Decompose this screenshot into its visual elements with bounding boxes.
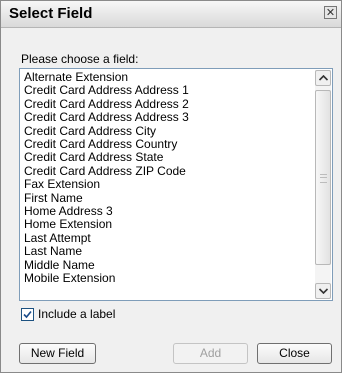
list-item[interactable]: Last Attempt	[24, 231, 312, 245]
list-item[interactable]: Credit Card Address Address 1	[24, 83, 312, 97]
scroll-up-button[interactable]	[315, 70, 331, 86]
list-item[interactable]: Alternate Extension	[24, 70, 312, 84]
field-list-items: Alternate Extension Credit Card Address …	[24, 70, 312, 286]
list-item[interactable]: Credit Card Address Address 3	[24, 110, 312, 124]
list-item[interactable]: Credit Card Address Address 2	[24, 97, 312, 111]
chevron-down-icon	[319, 288, 328, 294]
list-item[interactable]: Fax Extension	[24, 177, 312, 191]
list-item[interactable]: Credit Card Address ZIP Code	[24, 164, 312, 178]
list-item[interactable]: Credit Card Address Country	[24, 137, 312, 151]
scroll-down-button[interactable]	[315, 283, 331, 299]
chevron-up-icon	[319, 75, 328, 81]
checkmark-icon	[23, 310, 32, 319]
list-item[interactable]: Middle Name	[24, 258, 312, 272]
add-button[interactable]: Add	[173, 343, 248, 364]
choose-field-prompt: Please choose a field:	[21, 52, 139, 66]
list-item[interactable]: First Name	[24, 191, 312, 205]
list-item[interactable]: Credit Card Address State	[24, 151, 312, 165]
dialog-title: Select Field	[9, 5, 93, 22]
include-label-text: Include a label	[38, 307, 116, 321]
list-item[interactable]: Home Address 3	[24, 204, 312, 218]
list-item[interactable]: Last Name	[24, 244, 312, 258]
grip-icon	[320, 174, 327, 183]
field-listbox[interactable]: Alternate Extension Credit Card Address …	[19, 68, 333, 301]
list-item[interactable]: Home Extension	[24, 218, 312, 232]
new-field-button[interactable]: New Field	[19, 343, 96, 364]
include-label-checkbox[interactable]	[21, 308, 34, 321]
title-bar: Select Field ✕	[1, 1, 341, 28]
list-item[interactable]: Mobile Extension	[24, 271, 312, 285]
close-button[interactable]: Close	[257, 343, 332, 364]
close-icon[interactable]: ✕	[324, 6, 337, 19]
scrollbar-thumb[interactable]	[315, 90, 331, 265]
vertical-scrollbar[interactable]	[315, 70, 331, 299]
list-item[interactable]: Credit Card Address City	[24, 124, 312, 138]
select-field-dialog: Select Field ✕ Please choose a field: Al…	[0, 0, 342, 373]
